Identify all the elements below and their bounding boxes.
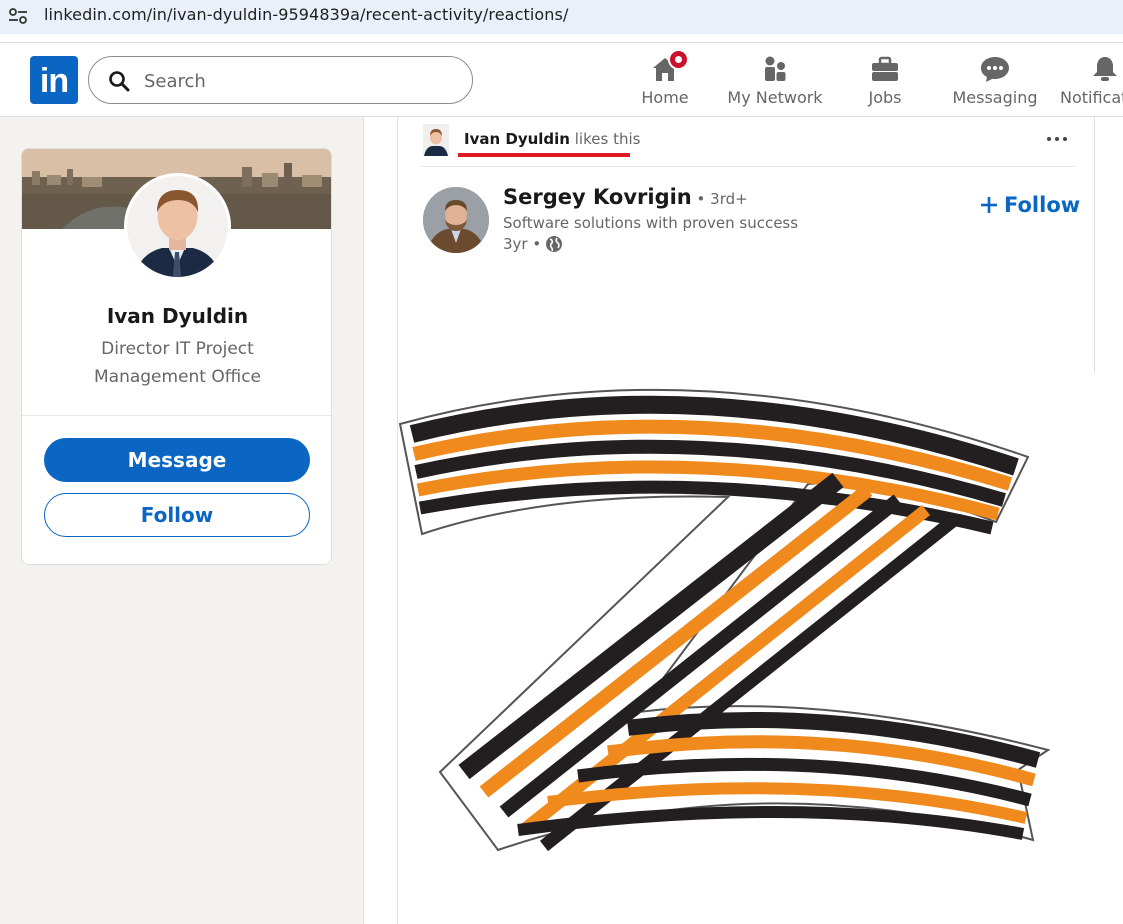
nav-messaging[interactable]: Messaging: [945, 51, 1045, 111]
briefcase-icon: [872, 56, 898, 81]
profile-photo: [127, 176, 228, 277]
tune-icon[interactable]: [8, 7, 28, 25]
post-follow-button[interactable]: Follow: [980, 193, 1080, 217]
profile-headline: Director IT Project Management Office: [93, 339, 261, 387]
nav-notifications-label: Notificat: [1060, 88, 1123, 107]
more-options-icon[interactable]: [1045, 129, 1069, 149]
nav-notifications[interactable]: Notificat: [1058, 51, 1123, 111]
highlight-underline: [458, 153, 630, 157]
profile-card: Ivan Dyuldin Director IT Project Managem…: [21, 148, 332, 565]
nav-messaging-label: Messaging: [952, 88, 1038, 107]
nav-jobs-label: Jobs: [868, 88, 902, 107]
url-bar[interactable]: linkedin.com/in/ivan-dyuldin-9594839a/re…: [0, 0, 1123, 34]
plus-icon: [981, 197, 997, 213]
network-icon: [765, 56, 786, 81]
messaging-icon: [981, 57, 1009, 82]
author-subtitle: Software solutions with proven success: [503, 214, 799, 232]
nav-home-label: Home: [641, 88, 689, 107]
nav-home[interactable]: Home: [620, 49, 710, 111]
liker-name-link[interactable]: Ivan Dyuldin: [464, 130, 570, 148]
author-degree: • 3rd+: [691, 190, 748, 208]
profile-name: Ivan Dyuldin: [106, 304, 249, 328]
feed-post: Ivan Dyuldin likes this Sergey Kovrigin …: [397, 117, 1096, 924]
message-button[interactable]: Message: [44, 438, 310, 482]
bell-icon: [1093, 57, 1117, 81]
globe-icon: [546, 236, 563, 252]
nav-my-network-label: My Network: [727, 88, 823, 107]
liker-avatar[interactable]: [423, 124, 449, 156]
notification-badge: [668, 49, 689, 70]
author-avatar[interactable]: [423, 187, 489, 253]
post-time: 3yr •: [503, 235, 542, 253]
post-image[interactable]: [398, 372, 1096, 924]
post-follow-label: Follow: [1004, 193, 1081, 217]
search-icon: [109, 71, 130, 92]
nav-jobs[interactable]: Jobs: [845, 51, 925, 111]
author-name-link[interactable]: Sergey Kovrigin: [503, 185, 692, 209]
author-photo: [423, 187, 489, 253]
url-text[interactable]: linkedin.com/in/ivan-dyuldin-9594839a/re…: [44, 5, 568, 24]
follow-button[interactable]: Follow: [44, 493, 310, 537]
search-input[interactable]: [144, 69, 454, 93]
top-navigation: in Home My Network Jobs: [0, 43, 1123, 117]
card-divider: [22, 415, 331, 416]
liker-action-text: likes this: [570, 130, 641, 148]
browser-address-bar: linkedin.com/in/ivan-dyuldin-9594839a/re…: [0, 0, 1123, 43]
liker-photo: [423, 124, 449, 156]
social-context: Ivan Dyuldin likes this: [464, 130, 640, 148]
post-header-divider: [421, 166, 1075, 167]
search-box[interactable]: [88, 56, 473, 104]
nav-my-network[interactable]: My Network: [725, 51, 825, 111]
post-meta: 3yr •: [503, 235, 563, 253]
profile-avatar[interactable]: [124, 173, 231, 280]
author-name-line: Sergey Kovrigin • 3rd+: [503, 185, 748, 209]
linkedin-logo[interactable]: in: [30, 56, 78, 104]
